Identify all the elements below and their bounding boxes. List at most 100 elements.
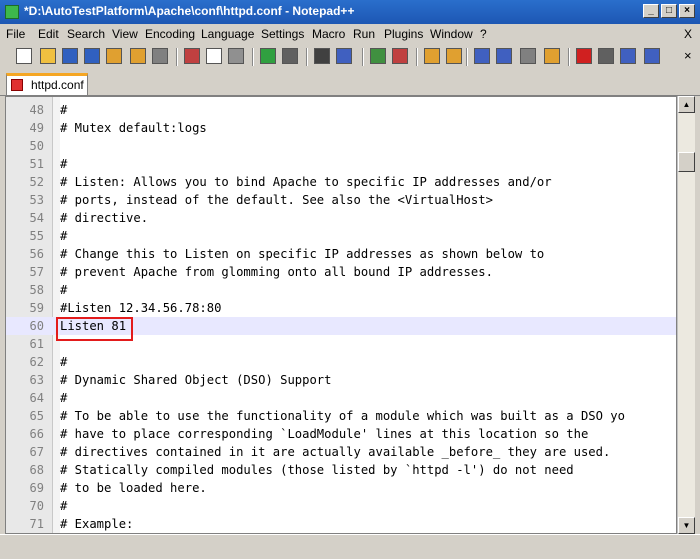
line-text[interactable]: # — [60, 281, 67, 299]
line-text[interactable]: # Change this to Listen on specific IP a… — [60, 245, 544, 263]
menu-run[interactable]: Run — [353, 27, 375, 41]
line-text[interactable]: # Listen: Allows you to bind Apache to s… — [60, 173, 552, 191]
line-text[interactable]: # — [60, 497, 67, 515]
line-number: 70 — [29, 499, 44, 513]
menu-plugins[interactable]: Plugins — [384, 27, 423, 41]
editor-line[interactable]: 52 # Listen: Allows you to bind Apache to… — [6, 173, 676, 191]
copy-icon[interactable] — [206, 48, 222, 64]
line-text[interactable]: # — [60, 389, 67, 407]
line-text[interactable]: # Dynamic Shared Object (DSO) Support — [60, 371, 332, 389]
close-document-button[interactable]: X — [684, 27, 692, 41]
menu-edit[interactable]: Edit — [38, 27, 59, 41]
cut-icon[interactable] — [184, 48, 200, 64]
editor-line[interactable]: 65 # To be able to use the functionality … — [6, 407, 676, 425]
scroll-up-icon[interactable]: ▲ — [678, 96, 695, 113]
line-text[interactable]: # ports, instead of the default. See als… — [60, 191, 493, 209]
undo-icon[interactable] — [260, 48, 276, 64]
menu-view[interactable]: View — [112, 27, 138, 41]
menu-settings[interactable]: Settings — [261, 27, 304, 41]
line-number: 48 — [29, 103, 44, 117]
scroll-down-icon[interactable]: ▼ — [678, 517, 695, 534]
line-text[interactable]: # — [60, 227, 67, 245]
indent-guide-icon[interactable] — [520, 48, 536, 64]
zoom-out-icon[interactable] — [392, 48, 408, 64]
menu-window[interactable]: Window — [430, 27, 473, 41]
word-wrap-icon[interactable] — [474, 48, 490, 64]
sync-horizontal-icon[interactable] — [446, 48, 462, 64]
zoom-in-icon[interactable] — [370, 48, 386, 64]
new-file-icon[interactable] — [16, 48, 32, 64]
editor-line[interactable]: 51 # — [6, 155, 676, 173]
menu-search[interactable]: Search — [67, 27, 105, 41]
replace-icon[interactable] — [336, 48, 352, 64]
line-text[interactable]: # to be loaded here. — [60, 479, 207, 497]
line-text[interactable]: # Statically compiled modules (those lis… — [60, 461, 574, 479]
unsaved-file-icon — [11, 79, 23, 91]
highlight-box — [56, 317, 133, 341]
editor-line[interactable]: 53 # ports, instead of the default. See a… — [6, 191, 676, 209]
toolbar-close-icon[interactable]: × — [684, 48, 692, 63]
paste-icon[interactable] — [228, 48, 244, 64]
close-all-icon[interactable] — [130, 48, 146, 64]
editor-line[interactable]: 48 # — [6, 101, 676, 119]
editor-line[interactable]: 66 # have to place corresponding `LoadMod… — [6, 425, 676, 443]
editor-line[interactable]: 63 # Dynamic Shared Object (DSO) Support — [6, 371, 676, 389]
line-number: 52 — [29, 175, 44, 189]
save-icon[interactable] — [62, 48, 78, 64]
editor-line[interactable]: 58 # — [6, 281, 676, 299]
open-file-icon[interactable] — [40, 48, 56, 64]
maximize-button[interactable]: □ — [661, 4, 677, 18]
editor-line[interactable]: 69 # to be loaded here. — [6, 479, 676, 497]
line-text[interactable]: # — [60, 101, 67, 119]
editor-line[interactable]: 68 # Statically compiled modules (those l… — [6, 461, 676, 479]
stop-recording-icon[interactable] — [598, 48, 614, 64]
text-editor[interactable]: 48 #49 # Mutex default:logs 50 51 # 52 # Listen… — [5, 96, 677, 534]
line-number: 71 — [29, 517, 44, 531]
vertical-scrollbar[interactable]: ▲ ▼ — [677, 96, 695, 534]
minimize-button[interactable]: _ — [643, 4, 659, 18]
user-language-icon[interactable] — [544, 48, 560, 64]
editor-line[interactable]: 64 # — [6, 389, 676, 407]
line-text[interactable]: #Listen 12.34.56.78:80 — [60, 299, 221, 317]
menu-macro[interactable]: Macro — [312, 27, 345, 41]
close-icon[interactable] — [106, 48, 122, 64]
show-all-chars-icon[interactable] — [496, 48, 512, 64]
record-macro-icon[interactable] — [576, 48, 592, 64]
save-all-icon[interactable] — [84, 48, 100, 64]
line-text[interactable]: # directive. — [60, 209, 148, 227]
editor-line[interactable]: 71 # Example: — [6, 515, 676, 533]
menu-help[interactable]: ? — [480, 27, 487, 41]
playback-macro-icon[interactable] — [620, 48, 636, 64]
editor-line[interactable]: 57 # prevent Apache from glomming onto al… — [6, 263, 676, 281]
editor-line[interactable]: 49 # Mutex default:logs — [6, 119, 676, 137]
run-macro-multiple-icon[interactable] — [644, 48, 660, 64]
line-text[interactable]: # — [60, 155, 67, 173]
editor-line[interactable]: 59 #Listen 12.34.56.78:80 — [6, 299, 676, 317]
close-button[interactable]: × — [679, 4, 695, 18]
editor-line[interactable]: 50 — [6, 137, 676, 155]
editor-line[interactable]: 56 # Change this to Listen on specific IP… — [6, 245, 676, 263]
editor-line[interactable]: 70 # — [6, 497, 676, 515]
menu-language[interactable]: Language — [201, 27, 254, 41]
menu-encoding[interactable]: Encoding — [145, 27, 195, 41]
tab-httpd-conf[interactable]: httpd.conf — [6, 73, 88, 95]
find-icon[interactable] — [314, 48, 330, 64]
line-text[interactable]: # prevent Apache from glomming onto all … — [60, 263, 493, 281]
line-number: 53 — [29, 193, 44, 207]
status-bar — [0, 534, 700, 559]
sync-vertical-icon[interactable] — [424, 48, 440, 64]
editor-line[interactable]: 54 # directive. — [6, 209, 676, 227]
menu-file[interactable]: File — [6, 27, 25, 41]
scroll-thumb[interactable] — [678, 152, 695, 172]
line-text[interactable]: # Mutex default:logs — [60, 119, 207, 137]
redo-icon[interactable] — [282, 48, 298, 64]
line-text[interactable]: # directives contained in it are actuall… — [60, 443, 610, 461]
line-text[interactable]: # Example: — [60, 515, 133, 533]
editor-line[interactable]: 62 # — [6, 353, 676, 371]
line-text[interactable]: # — [60, 353, 67, 371]
editor-line[interactable]: 55 # — [6, 227, 676, 245]
print-icon[interactable] — [152, 48, 168, 64]
line-text[interactable]: # have to place corresponding `LoadModul… — [60, 425, 588, 443]
line-text[interactable]: # To be able to use the functionality of… — [60, 407, 625, 425]
editor-line[interactable]: 67 # directives contained in it are actua… — [6, 443, 676, 461]
